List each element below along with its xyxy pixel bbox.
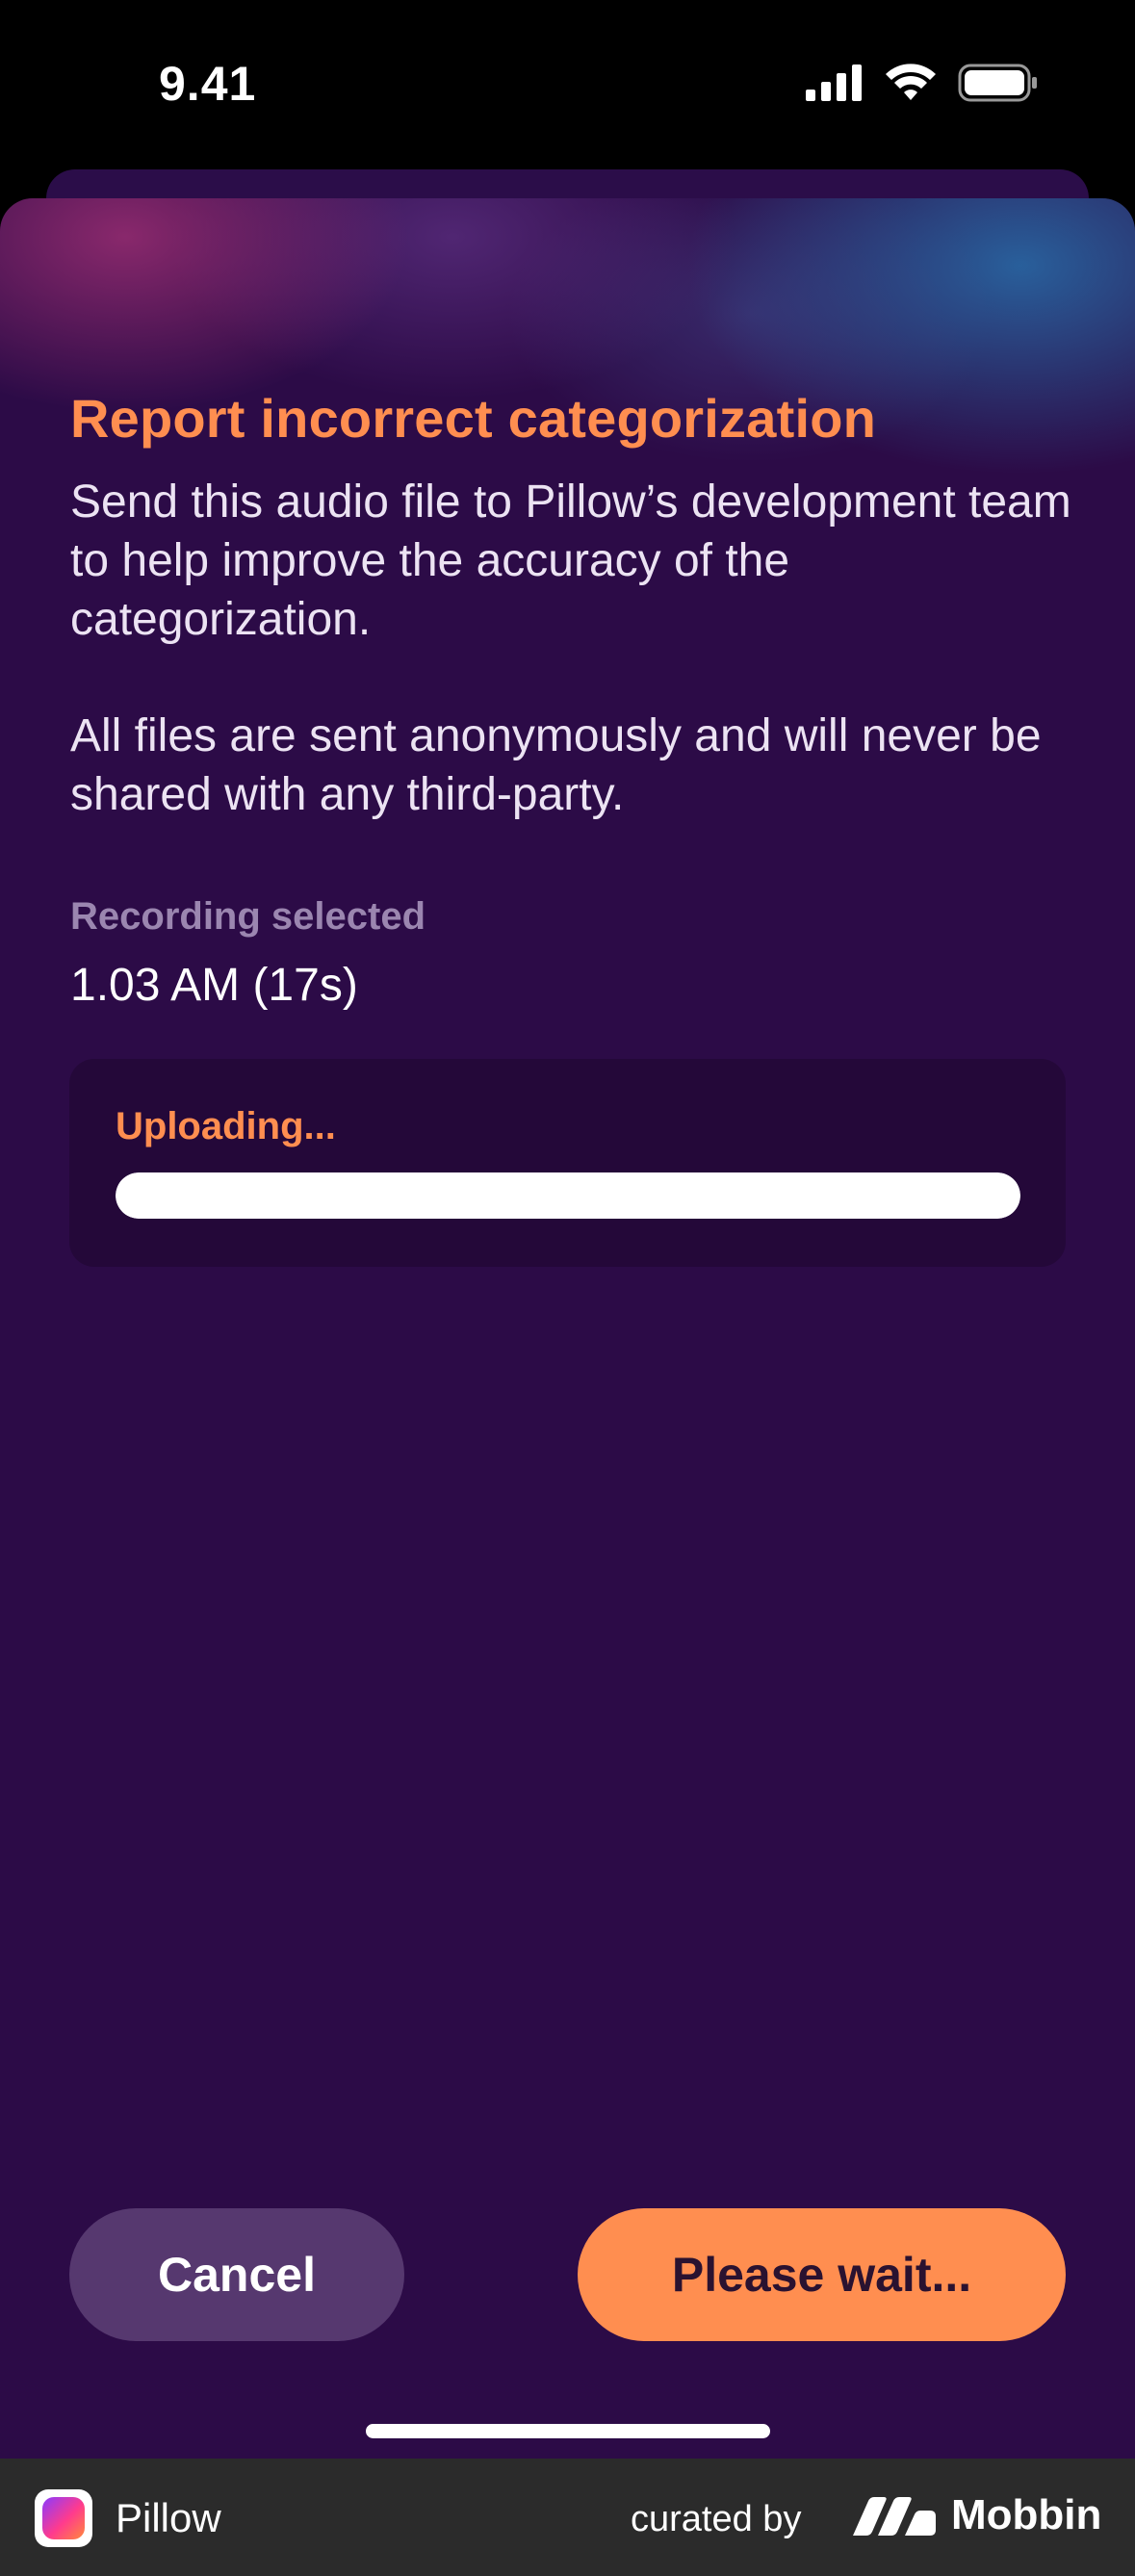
home-indicator xyxy=(366,2424,770,2438)
status-bar: 9.41 xyxy=(0,0,1135,173)
please-wait-button[interactable]: Please wait... xyxy=(578,2208,1066,2341)
mobbin-logo-icon xyxy=(851,2497,938,2537)
pillow-app-icon xyxy=(35,2489,92,2547)
battery-icon xyxy=(958,64,1039,107)
app-name: Pillow xyxy=(116,2495,221,2540)
wifi-icon xyxy=(885,64,937,107)
curated-by-label: curated by xyxy=(631,2499,802,2539)
sheet-title: Report incorrect categorization xyxy=(70,388,877,449)
privacy-paragraph: All files are sent anonymously and will … xyxy=(70,710,1042,820)
upload-progress-bar xyxy=(116,1172,1020,1219)
mobbin-brand: Mobbin xyxy=(951,2491,1102,2538)
report-sheet: Report incorrect categorization Send thi… xyxy=(0,198,1135,2459)
uploading-label: Uploading... xyxy=(116,1105,336,1147)
signal-icon xyxy=(806,64,864,106)
status-icons xyxy=(806,64,1039,107)
screen: 9.41 Report incorrect categorization Sen… xyxy=(0,0,1135,2576)
description-paragraph: Send this audio file to Pillow’s develop… xyxy=(70,477,1071,645)
recording-selected-value: 1.03 AM (17s) xyxy=(70,960,358,1011)
upload-status-card: Uploading... xyxy=(69,1059,1066,1267)
cancel-button[interactable]: Cancel xyxy=(69,2208,404,2341)
recording-selected-label: Recording selected xyxy=(70,895,426,938)
upload-progress-fill xyxy=(116,1172,1020,1219)
footer-bar: Pillow curated by Mobbin xyxy=(0,2459,1135,2576)
status-time: 9.41 xyxy=(159,57,257,111)
